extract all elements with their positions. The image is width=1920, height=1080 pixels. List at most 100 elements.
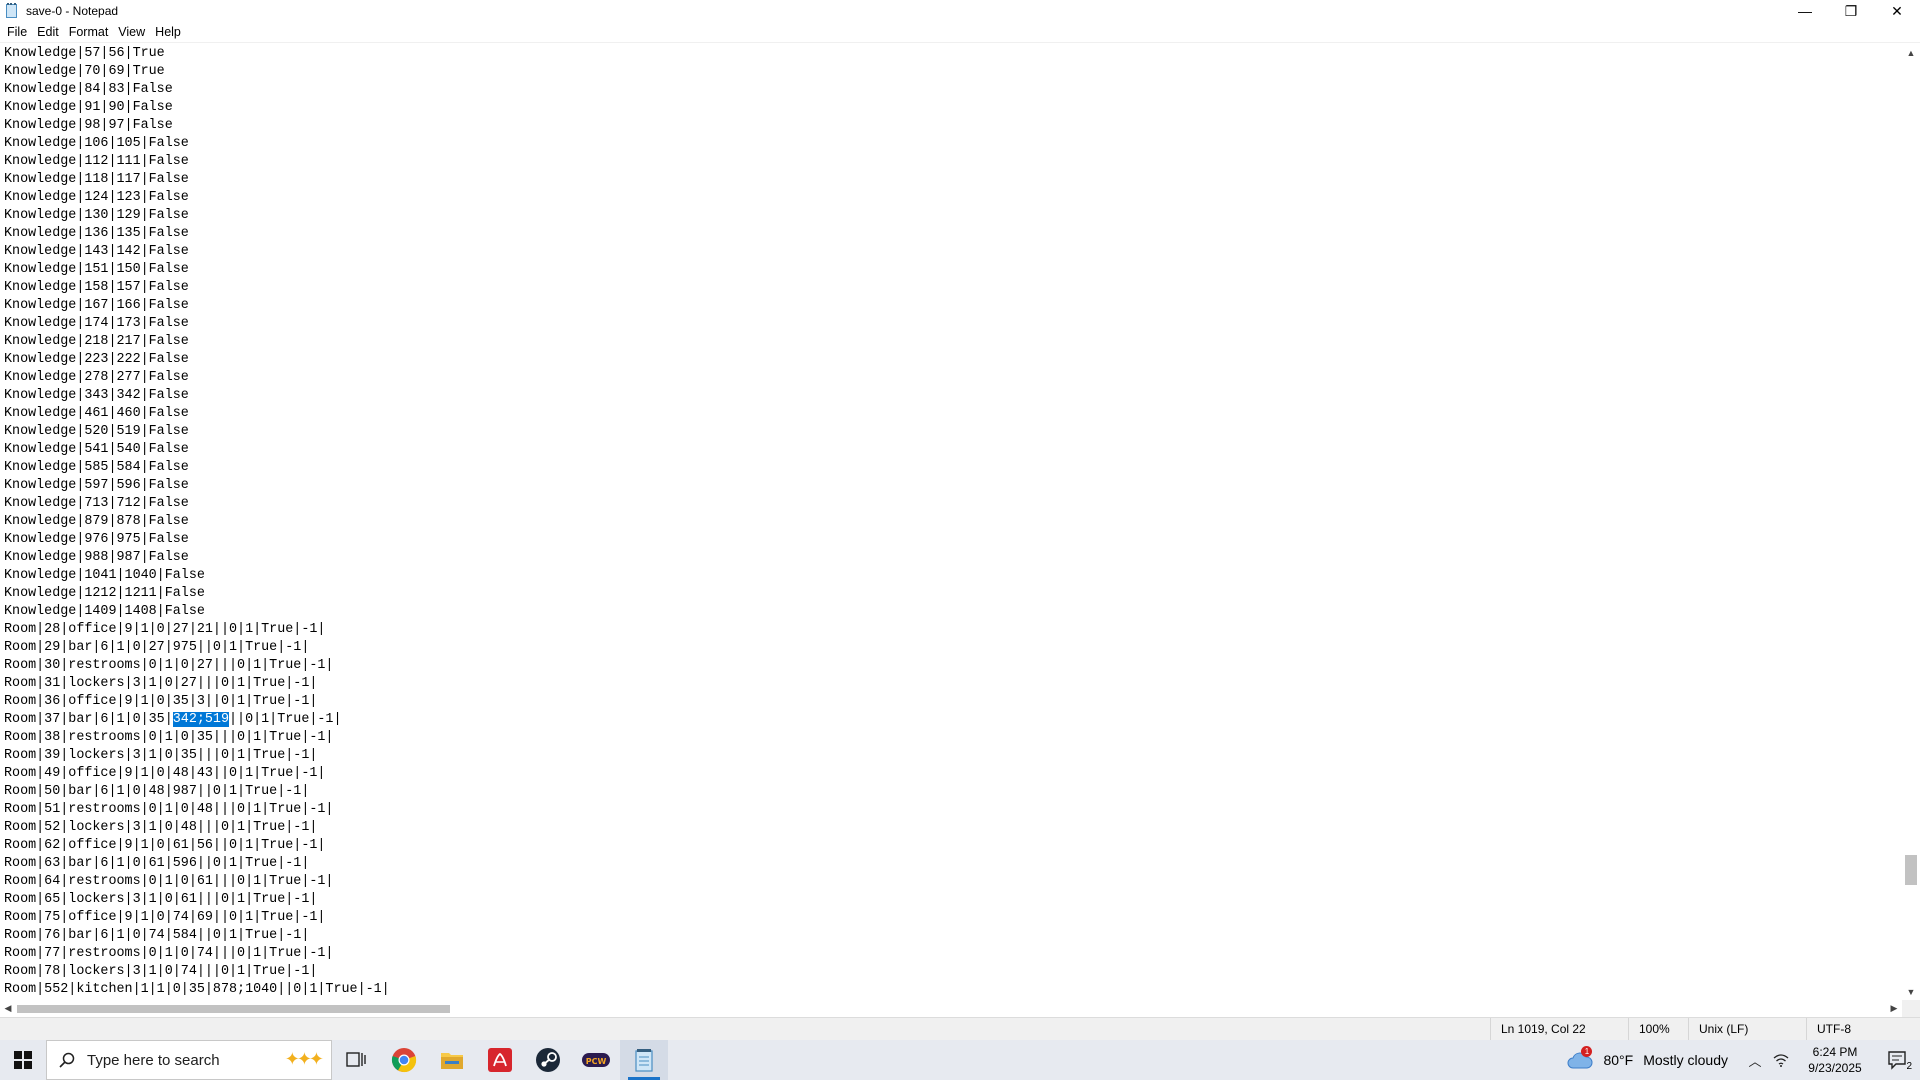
window-controls: — ❐ ✕ (1782, 0, 1920, 22)
steam-icon (536, 1048, 560, 1072)
taskbar-app-file-explorer[interactable] (428, 1040, 476, 1080)
text-line: Knowledge|879|878|False (4, 514, 189, 529)
text-line: Knowledge|118|117|False (4, 172, 189, 187)
taskbar-app-steam[interactable] (524, 1040, 572, 1080)
adobe-icon (488, 1048, 512, 1072)
taskbar-search[interactable]: Type here to search ✦✦✦ (46, 1040, 332, 1080)
text-line: Room|49|office|9|1|0|48|43||0|1|True|-1| (4, 766, 326, 781)
wifi-icon (1773, 1054, 1789, 1067)
scroll-right-icon[interactable]: ▶ (1886, 1000, 1902, 1017)
text-line: Knowledge|520|519|False (4, 424, 189, 439)
chrome-icon (391, 1048, 417, 1073)
status-encoding: UTF-8 (1806, 1018, 1920, 1040)
show-hidden-icons-button[interactable]: ︿ (1742, 1040, 1768, 1080)
line-ending: Unix (LF) (1699, 1022, 1749, 1036)
text-line: Room|29|bar|6|1|0|27|975||0|1|True|-1| (4, 640, 310, 655)
scroll-up-icon[interactable]: ▲ (1902, 45, 1920, 61)
horizontal-scrollbar[interactable]: ◀ ▶ (0, 1000, 1902, 1017)
scroll-left-icon[interactable]: ◀ (0, 1000, 16, 1017)
menu-file[interactable]: File (2, 25, 32, 39)
status-position: Ln 1019, Col 22 (1490, 1018, 1628, 1040)
text-line: Knowledge|1041|1040|False (4, 568, 205, 583)
text-line: Knowledge|112|111|False (4, 154, 189, 169)
chevron-up-icon: ︿ (1748, 1053, 1762, 1069)
text-line: Knowledge|98|97|False (4, 118, 173, 133)
search-placeholder: Type here to search (87, 1051, 220, 1069)
network-button[interactable] (1768, 1040, 1794, 1080)
text-line: Room|52|lockers|3|1|0|48|||0|1|True|-1| (4, 820, 318, 835)
svg-text:PCW: PCW (586, 1057, 607, 1066)
horizontal-scroll-thumb[interactable] (17, 1005, 450, 1013)
text-line: Knowledge|988|987|False (4, 550, 189, 565)
text-line: Room|65|lockers|3|1|0|61|||0|1|True|-1| (4, 892, 318, 907)
task-view-button[interactable] (332, 1040, 380, 1080)
notifications-button[interactable]: 2 (1876, 1040, 1920, 1080)
weather-widget[interactable]: 1 80°F Mostly cloudy (1567, 1046, 1728, 1070)
search-icon (59, 1052, 75, 1068)
text-line: Knowledge|91|90|False (4, 100, 173, 115)
taskbar-app-adobe[interactable] (476, 1040, 524, 1080)
status-bar: Ln 1019, Col 22 100% Unix (LF) UTF-8 (0, 1017, 1920, 1040)
restore-icon: ❐ (1844, 2, 1858, 19)
close-icon: ✕ (1891, 2, 1903, 19)
text-segment: Room|37|bar|6|1|0|35| (4, 712, 173, 727)
zoom-level: 100% (1639, 1022, 1670, 1036)
text-line: Room|78|lockers|3|1|0|74|||0|1|True|-1| (4, 964, 318, 979)
clock-time: 6:24 PM (1812, 1045, 1858, 1059)
minimize-button[interactable]: — (1782, 0, 1828, 22)
text-line: Room|38|restrooms|0|1|0|35|||0|1|True|-1… (4, 730, 334, 745)
encoding: UTF-8 (1817, 1022, 1851, 1036)
menu-bar: File Edit Format View Help (0, 22, 1920, 42)
clock[interactable]: 6:24 PM 9/23/2025 (1794, 1044, 1876, 1076)
taskbar-app-notepad[interactable] (620, 1040, 668, 1080)
text-line: Knowledge|70|69|True (4, 64, 165, 79)
text-line: Knowledge|151|150|False (4, 262, 189, 277)
menu-format[interactable]: Format (64, 25, 114, 39)
text-line: Knowledge|541|540|False (4, 442, 189, 457)
text-editor[interactable]: Knowledge|57|56|True Knowledge|70|69|True… (0, 45, 1900, 1000)
vertical-scroll-thumb[interactable] (1905, 855, 1917, 885)
text-line: Room|37|bar|6|1|0|35|342;519||0|1|True|-… (0, 711, 1900, 729)
close-button[interactable]: ✕ (1874, 0, 1920, 22)
text-line: Knowledge|343|342|False (4, 388, 189, 403)
text-line: Room|552|kitchen|1|1|0|35|878;1040||0|1|… (4, 982, 390, 997)
text-line: Knowledge|57|56|True (4, 46, 165, 61)
start-button[interactable] (0, 1040, 46, 1080)
taskbar-app-launcher[interactable]: PCW (572, 1040, 620, 1080)
menu-help[interactable]: Help (150, 25, 186, 39)
text-line: Room|64|restrooms|0|1|0|61|||0|1|True|-1… (4, 874, 334, 889)
text-line: Room|51|restrooms|0|1|0|48|||0|1|True|-1… (4, 802, 334, 817)
vertical-scrollbar[interactable]: ▲ ▼ (1902, 45, 1920, 1000)
text-line: Knowledge|174|173|False (4, 316, 189, 331)
text-line: Knowledge|278|277|False (4, 370, 189, 385)
notepad-icon (635, 1049, 653, 1072)
text-line: Room|50|bar|6|1|0|48|987||0|1|True|-1| (4, 784, 310, 799)
text-line: Knowledge|1409|1408|False (4, 604, 205, 619)
menu-edit[interactable]: Edit (32, 25, 64, 39)
text-line: Room|77|restrooms|0|1|0|74|||0|1|True|-1… (4, 946, 334, 961)
text-line: Room|36|office|9|1|0|35|3||0|1|True|-1| (4, 694, 318, 709)
text-line: Room|30|restrooms|0|1|0|27|||0|1|True|-1… (4, 658, 334, 673)
task-view-icon (346, 1052, 366, 1067)
file-explorer-icon (441, 1053, 463, 1069)
notepad-icon (4, 3, 20, 19)
text-line: Knowledge|976|975|False (4, 532, 189, 547)
minimize-icon: — (1798, 3, 1812, 19)
title-bar[interactable]: save-0 - Notepad — ❐ ✕ (0, 0, 1920, 22)
text-line: Room|76|bar|6|1|0|74|584||0|1|True|-1| (4, 928, 310, 943)
window-title: save-0 - Notepad (26, 4, 119, 18)
text-line: Knowledge|106|105|False (4, 136, 189, 151)
windows-icon (14, 1051, 32, 1069)
restore-button[interactable]: ❐ (1828, 0, 1874, 22)
text-line: Room|28|office|9|1|0|27|21||0|1|True|-1| (4, 622, 326, 637)
menu-view[interactable]: View (113, 25, 150, 39)
taskbar-app-chrome[interactable] (380, 1040, 428, 1080)
scrollbar-corner (1902, 1000, 1920, 1017)
text-line: Knowledge|136|135|False (4, 226, 189, 241)
text-line: Room|39|lockers|3|1|0|35|||0|1|True|-1| (4, 748, 318, 763)
text-line: Knowledge|130|129|False (4, 208, 189, 223)
scroll-down-icon[interactable]: ▼ (1902, 984, 1920, 1000)
text-segment: ||0|1|True|-1| (229, 712, 342, 727)
text-line: Knowledge|143|142|False (4, 244, 189, 259)
text-line: Knowledge|158|157|False (4, 280, 189, 295)
